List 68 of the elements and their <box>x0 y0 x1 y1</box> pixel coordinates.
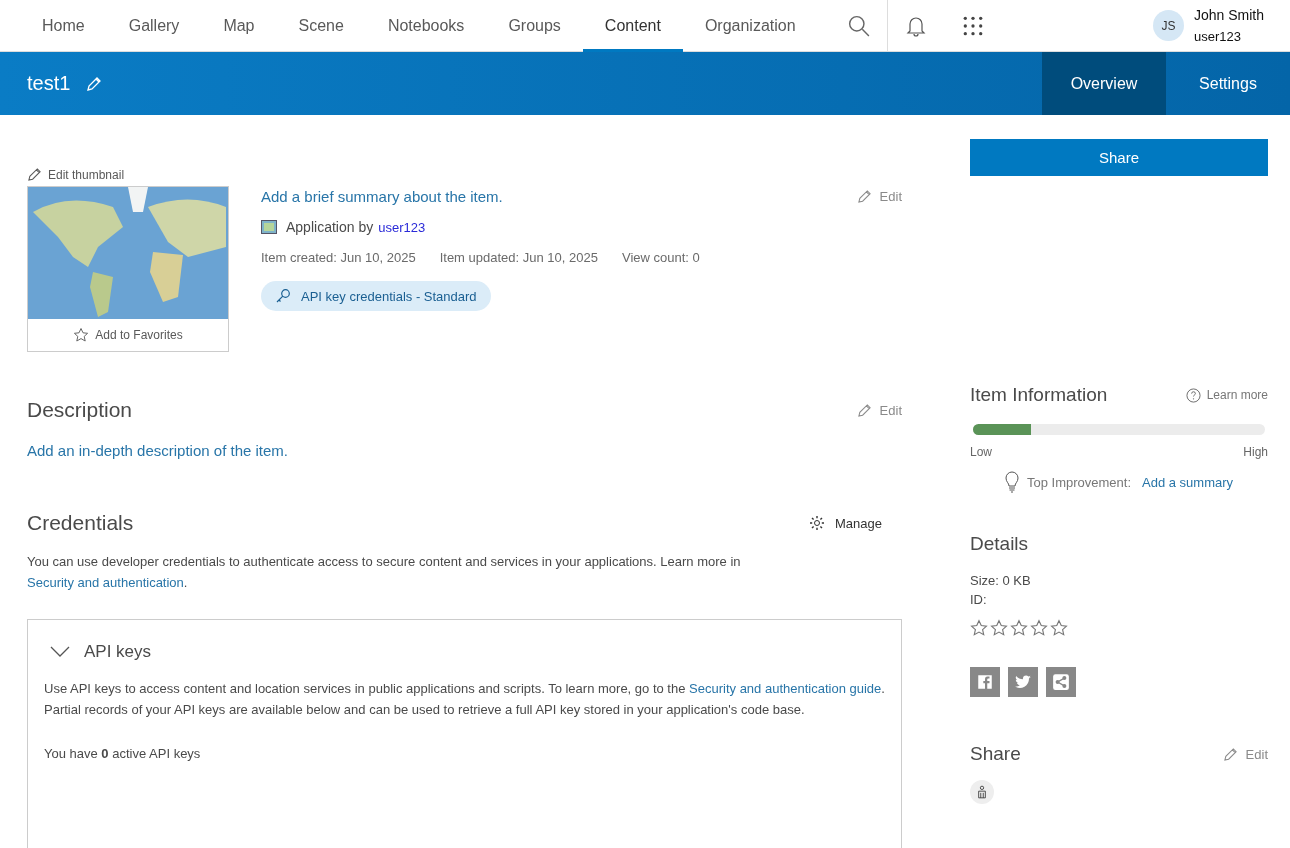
pencil-icon[interactable] <box>86 75 103 92</box>
learn-more-link[interactable]: Learn more <box>1185 387 1268 403</box>
updated-date: Item updated: Jun 10, 2025 <box>439 250 598 265</box>
share-button[interactable]: Share <box>970 139 1268 176</box>
meter-label: Low <box>970 445 992 459</box>
page-tab[interactable]: Overview <box>1042 52 1166 115</box>
section-heading: Details <box>970 533 1030 555</box>
nav-tab[interactable]: Organization <box>682 0 818 52</box>
share-icon <box>1052 673 1070 691</box>
description-link[interactable]: Add an in-depth description of the item. <box>27 442 902 459</box>
credential-tag[interactable]: API key credentials - Standard <box>261 281 491 311</box>
pencil-icon <box>856 189 872 204</box>
api-key-count: You have 0 active API keys <box>44 746 202 761</box>
nav-tab[interactable]: Notebooks <box>365 0 487 52</box>
settings-icon <box>809 515 825 531</box>
pencil-icon <box>27 167 42 182</box>
nav-tab[interactable]: Map <box>201 0 277 52</box>
edit-thumbnail-button[interactable]: Edit thumbnail <box>27 167 125 182</box>
item-id: ID: <box>970 592 988 607</box>
page-tab[interactable]: Settings <box>1166 52 1290 115</box>
improvement-link[interactable]: Add a summary <box>1142 474 1234 490</box>
nav-tab[interactable]: Home <box>20 0 107 52</box>
improvement-label: Top Improvement: <box>1026 474 1131 490</box>
meter-label: High <box>1243 445 1268 459</box>
private-sharing-icon <box>970 780 994 804</box>
nav-tab[interactable]: Groups <box>486 0 583 52</box>
manage-button[interactable]: Manage <box>803 514 888 532</box>
item-title: test1 <box>27 72 71 95</box>
application-icon <box>261 220 277 234</box>
summary-link[interactable]: Add a brief summary about the item. <box>261 188 503 205</box>
credentials-description: You can use developer credentials to authenticate access to secure content and services in your applications. Learn more in Security and authentication. <box>27 553 742 592</box>
facebook-button[interactable] <box>970 667 1000 697</box>
section-heading: Item Information <box>970 384 1108 406</box>
star-icon <box>1010 619 1028 637</box>
view-count: View count: 0 <box>621 250 700 265</box>
star-icon <box>1050 619 1068 637</box>
api-keys-toggle[interactable]: API keys <box>44 642 152 662</box>
search-icon[interactable] <box>847 14 870 37</box>
star-icon <box>73 327 90 343</box>
twitter-button[interactable] <box>1008 667 1038 697</box>
section-heading: Share <box>970 743 1021 765</box>
pencil-icon <box>1222 746 1238 762</box>
star-icon <box>990 619 1008 637</box>
chevron-icon <box>50 646 70 658</box>
star-icon <box>970 619 988 637</box>
pencil-icon <box>856 402 872 418</box>
share-link-button[interactable] <box>1046 667 1076 697</box>
section-heading: Credentials <box>27 511 134 535</box>
section-heading: Description <box>27 398 133 422</box>
facebook-icon <box>976 673 994 691</box>
username: user123 <box>1193 29 1242 44</box>
user-name: John Smith <box>1193 7 1264 23</box>
key-icon <box>275 288 291 304</box>
api-keys-description: Use API keys to access content and location services in public applications and scripts. To learn more, go to the Security and authentication guide. Partial records of your API keys are available below and can be used to retrieve a full API key stored in your application's code base. <box>44 680 885 719</box>
bird-icon <box>1014 673 1032 691</box>
link[interactable]: Security and authentication <box>27 575 184 590</box>
app-grid-icon[interactable] <box>961 14 984 37</box>
user-avatar[interactable]: JS <box>1152 10 1184 41</box>
star-icon <box>1030 619 1048 637</box>
lightbulb-icon <box>1004 471 1019 493</box>
bell-icon[interactable] <box>905 14 926 37</box>
owner-link[interactable]: user123 <box>378 219 426 235</box>
nav-tab[interactable]: Scene <box>276 0 366 52</box>
item-size: Size: 0 KB <box>970 573 1032 588</box>
nav-tab[interactable]: Gallery <box>106 0 202 52</box>
created-date: Item created: Jun 10, 2025 <box>261 250 416 265</box>
item-type: Application by <box>286 219 374 235</box>
help-icon <box>1185 387 1201 403</box>
